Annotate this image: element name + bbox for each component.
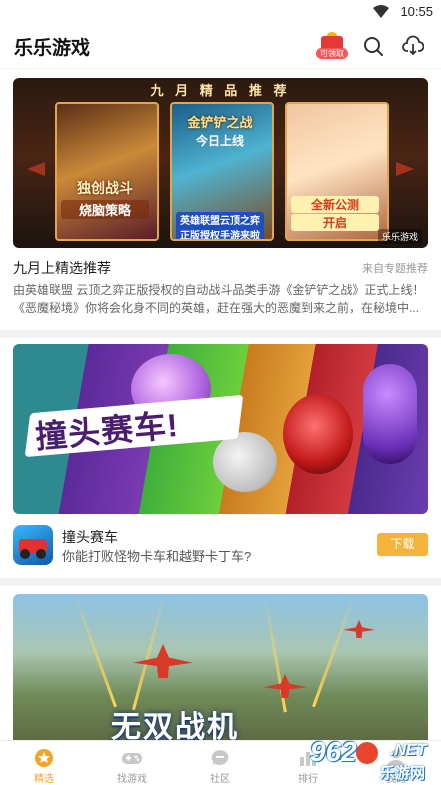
monster-art [363, 364, 417, 464]
watermark-domain: .NET [390, 742, 427, 759]
poster-caption: 独创战斗 [77, 180, 133, 196]
status-bar: 10:55 [0, 0, 441, 24]
tab-label: 社区 [210, 774, 230, 785]
poster-caption: 烧脑策略 [61, 200, 149, 219]
arrow-left-icon [27, 162, 45, 176]
poster-caption: 全新公测 [291, 196, 379, 213]
game-banner-title: 撞头赛车! [33, 406, 181, 456]
fighter-jet [263, 674, 307, 698]
clock: 10:55 [400, 4, 433, 19]
poster-demon-realm: 独创战斗 烧脑策略 [55, 102, 159, 241]
poster-caption: 金铲铲之战 [187, 115, 253, 130]
app-title: 乐乐游戏 [14, 38, 91, 59]
feature-title[interactable]: 九月上精选推荐 [13, 258, 111, 278]
star-icon [35, 749, 53, 767]
wheel-icon [20, 549, 30, 559]
gamepad-icon [122, 753, 142, 764]
light-ray [73, 594, 117, 708]
tab-find-games[interactable]: 找游戏 [88, 741, 176, 785]
app-bar: 乐乐游戏 可领取 [0, 24, 441, 68]
monster-art [283, 394, 353, 474]
game-banner-crash-racing[interactable]: 撞头赛车! [13, 344, 428, 514]
poster-caption: 英雄联盟云顶之弈正版授权手游来啦 [176, 212, 264, 239]
wheel-icon [36, 549, 46, 559]
tab-community[interactable]: 社区 [176, 741, 264, 785]
game-subtitle: 你能打败怪物卡车和越野卡丁车? [62, 549, 252, 564]
feature-banner[interactable]: 九 月 精 品 推 荐 独创战斗 烧脑策略 金铲铲之战 今日上线 英雄联盟云顶之… [13, 78, 428, 248]
game-name[interactable]: 撞头赛车 [62, 527, 118, 547]
arrow-right-icon [396, 162, 414, 176]
search-icon[interactable] [362, 35, 384, 57]
gift-label: 可领取 [316, 48, 348, 59]
game-icon[interactable] [13, 525, 53, 565]
download-button[interactable]: 下载 [377, 533, 428, 556]
download-manager-icon[interactable] [402, 35, 424, 57]
poster-jinchanchan: 金铲铲之战 今日上线 英雄联盟云顶之弈正版授权手游来啦 [170, 102, 274, 241]
light-ray [312, 594, 356, 708]
brand-badge: 乐乐游戏 [377, 229, 422, 244]
game-banner-fighter[interactable]: 无双战机 [13, 594, 428, 740]
appbar-divider [0, 68, 441, 69]
wifi-icon [373, 5, 389, 18]
tab-featured[interactable]: 精选 [0, 741, 88, 785]
feature-source: 来自专题推荐 [362, 263, 428, 275]
poster-caption: 今日上线 [195, 134, 244, 148]
watermark-number: 962 [310, 736, 357, 767]
watermark-logo-icon [356, 742, 378, 764]
feature-description: 由英雄联盟 云顶之弈正版授权的自动战斗品类手游《金铲铲之战》正式上线！《恶魔秘境… [13, 283, 425, 315]
poster-anime-girl: 全新公测 开启 [285, 102, 389, 241]
chat-bubble-icon [211, 750, 229, 767]
section-divider [0, 330, 441, 338]
fighter-jet [343, 620, 375, 638]
monster-art [213, 432, 277, 492]
poster-caption: 开启 [291, 214, 379, 231]
section-divider [0, 578, 441, 586]
watermark-text: 乐游网 [380, 765, 426, 782]
site-watermark: 962 .NET 乐游网 [296, 736, 441, 784]
gift-button[interactable]: 可领取 [316, 32, 348, 60]
feature-banner-heading: 九 月 精 品 推 荐 [150, 83, 291, 98]
tab-label: 找游戏 [117, 774, 147, 785]
game-banner-title: 无双战机 [111, 711, 239, 740]
tab-label: 精选 [34, 774, 54, 785]
